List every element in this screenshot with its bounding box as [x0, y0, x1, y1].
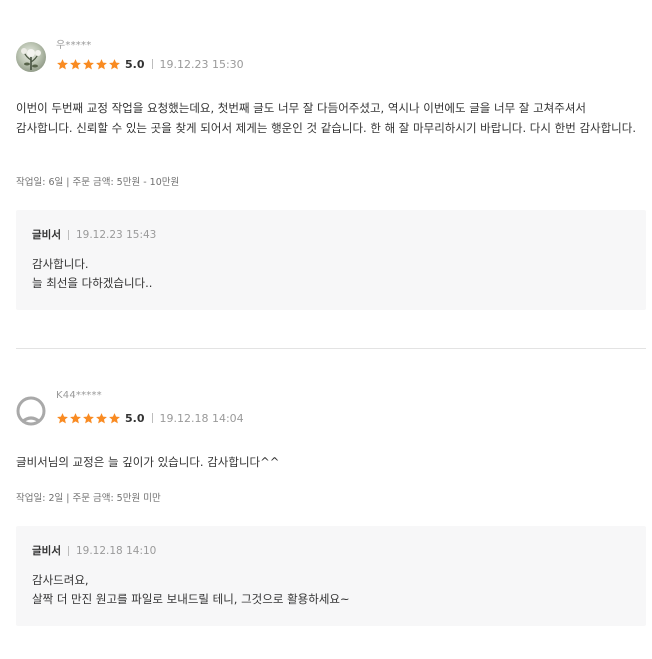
reply-line: 감사합니다. [32, 257, 89, 271]
reply-date: 19.12.23 15:43 [75, 228, 157, 241]
review-text: 글비서님의 교정은 늘 깊이가 있습니다. 감사합니다^^ [16, 455, 280, 469]
rating-line: 5.0 19.12.18 14:04 [56, 410, 244, 426]
rating-score: 5.0 [125, 411, 145, 425]
reply-header: 글비서 19.12.18 14:10 [32, 543, 156, 558]
review-date: 19.12.18 14:04 [159, 411, 244, 425]
seller-reply: 글비서 19.12.23 15:43 감사합니다. 늘 최선을 다하겠습니다.. [16, 210, 646, 310]
review-date: 19.12.23 15:30 [159, 57, 244, 71]
star-icon [57, 58, 68, 69]
star-icon [57, 412, 68, 423]
reviewer-name: 우***** [56, 40, 92, 51]
star-icon [96, 58, 107, 69]
reviewer-name: K44***** [56, 390, 102, 401]
reviewer-avatar [16, 396, 46, 426]
reply-author: 글비서 [32, 229, 61, 241]
star-rating [56, 58, 121, 71]
reply-date: 19.12.18 14:10 [75, 544, 157, 557]
reply-text: 감사드려요, 살짝 더 만진 원고를 파일로 보내드릴 테니, 그것으로 활용하… [32, 571, 350, 609]
review-divider [16, 348, 646, 349]
reply-line: 살짝 더 만진 원고를 파일로 보내드릴 테니, 그것으로 활용하세요~ [32, 592, 350, 606]
separator [151, 59, 153, 69]
star-icon [70, 412, 81, 423]
reviewer-avatar [16, 42, 46, 72]
review-header: 우***** 5.0 19.12.23 15:30 [16, 36, 636, 80]
order-info: 작업일: 2일 | 주문 금액: 5만원 미만 [16, 493, 161, 504]
star-icon [83, 58, 94, 69]
star-icon [83, 412, 94, 423]
reply-line: 감사드려요, [32, 573, 89, 587]
star-rating [56, 412, 121, 425]
rating-line: 5.0 19.12.23 15:30 [56, 56, 244, 72]
separator [151, 413, 153, 423]
review-text: 이번이 두번째 교정 작업을 요청했는데요, 첫번째 글도 너무 잘 다듬어주셨… [16, 101, 636, 135]
star-icon [96, 412, 107, 423]
reply-line: 늘 최선을 다하겠습니다.. [32, 276, 153, 290]
star-icon [109, 412, 120, 423]
star-icon [70, 58, 81, 69]
flower-photo-icon [21, 48, 41, 70]
seller-reply: 글비서 19.12.18 14:10 감사드려요, 살짝 더 만진 원고를 파일… [16, 526, 646, 626]
reply-text: 감사합니다. 늘 최선을 다하겠습니다.. [32, 255, 152, 293]
review-header: K44***** 5.0 19.12.18 14:04 [16, 390, 636, 434]
separator [67, 545, 69, 556]
order-info: 작업일: 6일 | 주문 금액: 5만원 - 10만원 [16, 177, 180, 188]
star-icon [109, 58, 120, 69]
separator [67, 229, 69, 240]
default-user-icon [16, 396, 46, 426]
reply-author: 글비서 [32, 545, 61, 557]
rating-score: 5.0 [125, 57, 145, 71]
reply-header: 글비서 19.12.23 15:43 [32, 227, 156, 242]
